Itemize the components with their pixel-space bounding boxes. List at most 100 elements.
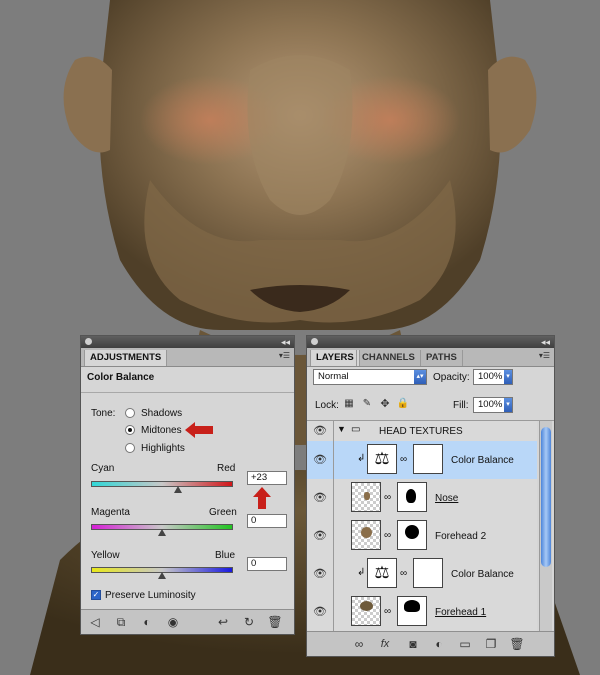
visibility-toggle[interactable]: 👁 (307, 593, 334, 631)
view-previous-icon[interactable]: ↩ (215, 614, 231, 630)
cyan-red-slider[interactable] (91, 481, 233, 487)
tab-layers[interactable]: LAYERS (310, 350, 360, 366)
panel-menu-icon[interactable]: ▾☰ (279, 351, 290, 360)
layer-row[interactable]: 👁 ↲ ⚖ ∞ Color Balance (307, 441, 537, 480)
link-layers-icon[interactable]: ∞ (351, 636, 367, 652)
layer-row[interactable]: 👁 ↲ ⚖ ∞ Color Balance (307, 555, 537, 594)
tab-paths[interactable]: PATHS (420, 350, 463, 366)
chevron-down-icon: ▾ (504, 398, 512, 412)
layers-panel: ◂◂ LAYERS CHANNELS PATHS ▾☰ Normal ▴▾ Op… (306, 335, 555, 657)
chain-link-icon: ∞ (384, 606, 392, 617)
collapse-icon[interactable]: ◂◂ (541, 336, 550, 348)
new-layer-icon[interactable]: ❐ (483, 636, 499, 652)
layers-titlebar[interactable]: ◂◂ (307, 336, 554, 348)
panel-menu-icon[interactable]: ▾☰ (539, 351, 550, 360)
blend-mode-dropdown[interactable]: Normal ▴▾ (313, 369, 427, 385)
chevron-updown-icon: ▴▾ (414, 370, 426, 384)
slider-blue-label: Blue (215, 550, 236, 561)
visibility-toggle[interactable]: 👁 (307, 479, 334, 517)
lock-move-icon[interactable]: ✥ (377, 396, 393, 412)
fill-field[interactable]: 100% ▾ (473, 397, 513, 413)
tone-midtones-radio[interactable] (125, 425, 135, 435)
slider-yellow-label: Yellow (91, 550, 120, 561)
new-group-icon[interactable]: ▭ (457, 636, 473, 652)
magenta-green-slider-thumb[interactable] (158, 529, 166, 536)
adjustments-titlebar[interactable]: ◂◂ (81, 336, 294, 348)
scrollbar-thumb[interactable] (541, 427, 551, 567)
visibility-toggle[interactable]: 👁 (307, 421, 334, 441)
preserve-luminosity-label[interactable]: Preserve Luminosity (105, 590, 196, 601)
layers-scrollbar[interactable] (539, 421, 552, 633)
divider (81, 392, 294, 393)
preserve-luminosity-checkbox[interactable]: ✓ (91, 590, 101, 600)
magenta-green-value-field[interactable]: 0 (247, 514, 287, 528)
chain-link-icon: ∞ (400, 454, 408, 465)
expand-view-icon[interactable]: ⧉ (113, 614, 129, 630)
blend-mode-value: Normal (318, 371, 349, 382)
add-mask-icon[interactable]: ◙ (405, 636, 421, 652)
reset-icon[interactable]: ↻ (241, 614, 257, 630)
tone-highlights-label[interactable]: Highlights (141, 443, 185, 454)
eye-icon: 👁 (313, 530, 327, 542)
layer-name: Forehead 2 (435, 531, 487, 542)
layer-mask-thumbnail (413, 444, 443, 474)
opacity-field[interactable]: 100% ▾ (473, 369, 513, 385)
adjustment-title: Color Balance (87, 372, 155, 383)
visibility-eye-icon[interactable]: ◉ (165, 614, 181, 630)
layer-thumbnail (351, 596, 381, 626)
adjustments-tabbar: ADJUSTMENTS ▾☰ (81, 348, 294, 367)
layer-thumbnail (351, 482, 381, 512)
cyan-red-slider-thumb[interactable] (174, 486, 182, 493)
layer-mask-thumbnail (397, 482, 427, 512)
layer-group-row[interactable]: 👁 ▼ ▭ HEAD TEXTURES (307, 421, 537, 442)
chevron-down-icon: ▾ (504, 370, 512, 384)
layer-mask-thumbnail (413, 558, 443, 588)
annotation-arrow-left-icon (185, 422, 213, 438)
adjustments-panel: ◂◂ ADJUSTMENTS ▾☰ Color Balance Tone: Sh… (80, 335, 295, 635)
collapse-icon[interactable]: ◂◂ (281, 336, 290, 348)
lock-paint-icon[interactable]: ✎ (359, 396, 375, 412)
expand-triangle-icon[interactable]: ▼ (337, 424, 346, 434)
clip-to-layer-icon[interactable]: ◐ (139, 614, 155, 630)
close-icon[interactable] (85, 338, 92, 345)
clip-arrow-icon: ↲ (357, 453, 366, 464)
layer-row[interactable]: 👁 ∞ Nose (307, 479, 537, 518)
back-arrow-icon[interactable]: ◁ (87, 614, 103, 630)
layer-name: Nose (435, 493, 459, 504)
trash-icon[interactable]: 🗑 (509, 636, 525, 652)
yellow-blue-slider-thumb[interactable] (158, 572, 166, 579)
layer-row[interactable]: 👁 ∞ Forehead 2 (307, 517, 537, 556)
fill-value: 100% (478, 399, 503, 410)
lock-all-icon[interactable]: 🔒 (395, 396, 411, 412)
eye-icon: 👁 (313, 425, 327, 437)
trash-icon[interactable]: 🗑 (267, 614, 283, 630)
yellow-blue-value-field[interactable]: 0 (247, 557, 287, 571)
annotation-arrow-up-icon (253, 487, 271, 509)
visibility-toggle[interactable]: 👁 (307, 555, 334, 593)
layer-list: 👁 ▼ ▭ HEAD TEXTURES 👁 ↲ ⚖ ∞ Color Balanc… (307, 420, 554, 633)
layer-name: Color Balance (451, 569, 514, 580)
tone-midtones-label[interactable]: Midtones (141, 425, 182, 436)
fill-label: Fill: (453, 400, 469, 411)
close-icon[interactable] (311, 338, 318, 345)
tab-channels[interactable]: CHANNELS (356, 350, 421, 366)
layer-thumbnail (351, 520, 381, 550)
tone-shadows-radio[interactable] (125, 408, 135, 418)
layers-bottom-bar: ∞ fx ◙ ◐ ▭ ❐ 🗑 (307, 631, 554, 656)
layer-name: Color Balance (451, 455, 514, 466)
cyan-red-value-field[interactable]: +23 (247, 471, 287, 485)
visibility-toggle[interactable]: 👁 (307, 517, 334, 555)
lock-transparency-icon[interactable]: ▦ (341, 396, 357, 412)
new-adjustment-layer-icon[interactable]: ◐ (431, 636, 447, 652)
layer-row[interactable]: 👁 ∞ Forehead 1 (307, 593, 537, 632)
eye-icon: 👁 (313, 492, 327, 504)
color-balance-adjustment-icon: ⚖ (367, 444, 397, 474)
layer-style-fx-icon[interactable]: fx (377, 636, 393, 652)
visibility-toggle[interactable]: 👁 (307, 441, 334, 479)
chain-link-icon: ∞ (400, 568, 408, 579)
tab-adjustments[interactable]: ADJUSTMENTS (84, 350, 168, 366)
tone-highlights-radio[interactable] (125, 443, 135, 453)
slider-green-label: Green (209, 507, 237, 518)
tone-shadows-label[interactable]: Shadows (141, 408, 182, 419)
folder-icon: ▭ (351, 424, 361, 435)
